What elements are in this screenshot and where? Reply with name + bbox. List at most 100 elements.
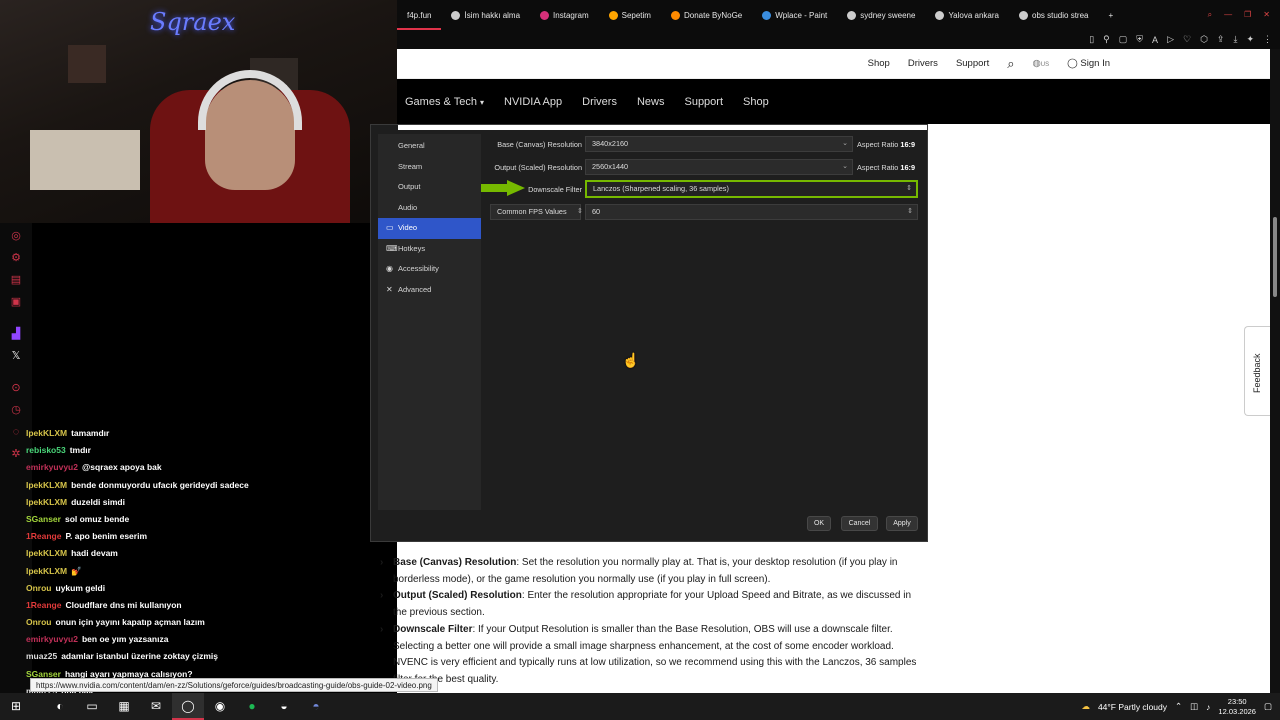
- chat-username[interactable]: IpekKLXM: [26, 480, 67, 490]
- robot-icon[interactable]: ⚙: [0, 247, 32, 269]
- fps-select[interactable]: 60 ⇕: [585, 204, 918, 220]
- settings-nav-hotkeys[interactable]: ⌨ Hotkeys: [378, 239, 481, 260]
- apply-button[interactable]: Apply: [886, 516, 918, 531]
- tab[interactable]: Instagram: [530, 0, 599, 30]
- nav-support[interactable]: Support: [684, 96, 723, 108]
- extensions-icon[interactable]: ⬡: [1200, 34, 1208, 45]
- settings-nav-video[interactable]: ▭ Video: [378, 218, 481, 239]
- loop-icon[interactable]: ◎: [0, 225, 32, 247]
- nav-news[interactable]: News: [637, 96, 665, 108]
- twitch-icon[interactable]: ▟: [0, 323, 32, 345]
- store-icon[interactable]: ▦: [108, 693, 140, 720]
- menu-icon[interactable]: ⋮: [1263, 34, 1272, 45]
- settings-nav-audio[interactable]: Audio: [378, 198, 481, 219]
- download-icon[interactable]: ⤓: [1233, 34, 1237, 45]
- nav-label: Games & Tech: [405, 95, 477, 108]
- search-icon[interactable]: ⌕: [1208, 10, 1212, 20]
- shield-icon[interactable]: ⛨: [1136, 34, 1143, 45]
- tab-label: Donate ByNoGe: [683, 10, 743, 20]
- tab[interactable]: Sepetim: [599, 0, 661, 30]
- close-icon[interactable]: ✕: [1263, 10, 1270, 20]
- search-icon[interactable]: ⌕: [1007, 56, 1014, 72]
- market-icon[interactable]: ▣: [0, 291, 32, 313]
- top-link-drivers[interactable]: Drivers: [908, 58, 938, 69]
- screenshot-icon[interactable]: ▢: [1119, 34, 1128, 45]
- weather-text[interactable]: 44°F Partly cloudy: [1098, 702, 1167, 712]
- chat-username[interactable]: emirkyuvyu2: [26, 634, 78, 644]
- cancel-button[interactable]: Cancel: [841, 516, 878, 531]
- aspect-value: 16:9: [900, 140, 916, 149]
- tab[interactable]: Donate ByNoGe: [661, 0, 752, 30]
- settings-nav-general[interactable]: General: [378, 136, 481, 157]
- sign-in-link[interactable]: ◯ Sign In: [1067, 58, 1110, 69]
- new-tab-button[interactable]: +: [1098, 0, 1123, 30]
- chat-text: bende donmuyordu ufacık gerideydi sadece: [71, 479, 249, 490]
- tab[interactable]: Wplace - Paint: [752, 0, 837, 30]
- top-link-support[interactable]: Support: [956, 58, 989, 69]
- chat-username[interactable]: 1Reange: [26, 531, 61, 541]
- chat-username[interactable]: 1Reange: [26, 600, 61, 610]
- settings-nav-output[interactable]: Output: [378, 177, 481, 198]
- tab[interactable]: İsim hakkı alma: [441, 0, 530, 30]
- fps-type-select[interactable]: Common FPS Values ⇕: [490, 204, 583, 220]
- top-link-shop[interactable]: Shop: [868, 58, 890, 69]
- nav-games-tech[interactable]: Games & Tech ▾: [405, 96, 484, 108]
- edge-icon[interactable]: ◐: [44, 693, 76, 720]
- feedback-tab[interactable]: Feedback: [1244, 326, 1270, 416]
- ok-button[interactable]: OK: [807, 516, 831, 531]
- circle-play-icon[interactable]: ⊙: [0, 377, 32, 399]
- nav-drivers[interactable]: Drivers: [582, 96, 617, 108]
- tab[interactable]: obs studio strea: [1009, 0, 1098, 30]
- heart-icon[interactable]: ♡: [1183, 34, 1191, 45]
- network-icon[interactable]: ◫: [1190, 701, 1198, 712]
- chat-username[interactable]: Onrou: [26, 583, 52, 593]
- pin-icon[interactable]: ⚲: [1103, 34, 1110, 45]
- windows-start-icon[interactable]: ⊞: [0, 693, 32, 720]
- opera-icon[interactable]: ◯: [172, 693, 204, 720]
- steam-icon[interactable]: ◒: [268, 693, 300, 720]
- chat-username[interactable]: rebisko53: [26, 445, 66, 455]
- pages-icon[interactable]: ▤: [0, 269, 32, 291]
- sidebar-icon[interactable]: ▯: [1089, 34, 1094, 45]
- output-resolution-select[interactable]: 2560x1440 ⌄: [585, 159, 853, 175]
- obs-icon[interactable]: ◉: [204, 693, 236, 720]
- discord-icon[interactable]: ◓: [300, 693, 332, 720]
- chat-username[interactable]: IpekKLXM: [26, 548, 67, 558]
- chat-username[interactable]: SGanser: [26, 514, 61, 524]
- chevron-up-icon[interactable]: ⌃: [1175, 701, 1182, 712]
- settings-nav-accessibility[interactable]: ◉ Accessibility: [378, 259, 481, 280]
- settings-nav-stream[interactable]: Stream: [378, 157, 481, 178]
- downscale-filter-select[interactable]: Lanczos (Sharpened scaling, 36 samples) ⇕: [585, 180, 918, 198]
- x-icon[interactable]: 𝕏: [0, 345, 32, 367]
- nav-nvidia-app[interactable]: NVIDIA App: [504, 96, 562, 108]
- chat-username[interactable]: IpekKLXM: [26, 566, 67, 576]
- explorer-icon[interactable]: ▭: [76, 693, 108, 720]
- tab[interactable]: Yalova ankara: [925, 0, 1009, 30]
- share-icon[interactable]: ⇪: [1217, 34, 1225, 45]
- minimize-icon[interactable]: —: [1224, 10, 1232, 20]
- region-selector[interactable]: ◍US: [1033, 58, 1050, 69]
- chat-username[interactable]: emirkyuvyu2: [26, 462, 78, 472]
- chat-username[interactable]: IpekKLXM: [26, 497, 67, 507]
- maximize-icon[interactable]: ❐: [1244, 10, 1251, 20]
- clock[interactable]: 23:50 12.03.2026: [1218, 697, 1256, 717]
- translate-icon[interactable]: A: [1152, 35, 1158, 45]
- play-icon[interactable]: ▷: [1167, 34, 1174, 45]
- settings-nav-advanced[interactable]: ✕ Advanced: [378, 280, 481, 301]
- chat-username[interactable]: muaz25: [26, 651, 57, 661]
- scroll-thumb[interactable]: [1273, 217, 1277, 297]
- chat-message: IpekKLXM 💅: [26, 563, 396, 580]
- chat-username[interactable]: IpekKLXM: [26, 428, 67, 438]
- tab[interactable]: sydney sweene: [837, 0, 925, 30]
- ai-icon[interactable]: ✦: [1246, 34, 1254, 45]
- volume-icon[interactable]: ♪: [1206, 702, 1210, 712]
- notification-icon[interactable]: ▢: [1264, 701, 1272, 712]
- chat-username[interactable]: Onrou: [26, 617, 52, 627]
- tab[interactable]: f4p.fun: [397, 0, 442, 30]
- page-scrollbar[interactable]: [1270, 49, 1280, 693]
- outlook-icon[interactable]: ✉: [140, 693, 172, 720]
- base-resolution-select[interactable]: 3840x2160 ⌄: [585, 136, 853, 152]
- nav-shop[interactable]: Shop: [743, 96, 769, 108]
- clock-icon[interactable]: ◷: [0, 399, 32, 421]
- spotify-icon[interactable]: ●: [236, 693, 268, 720]
